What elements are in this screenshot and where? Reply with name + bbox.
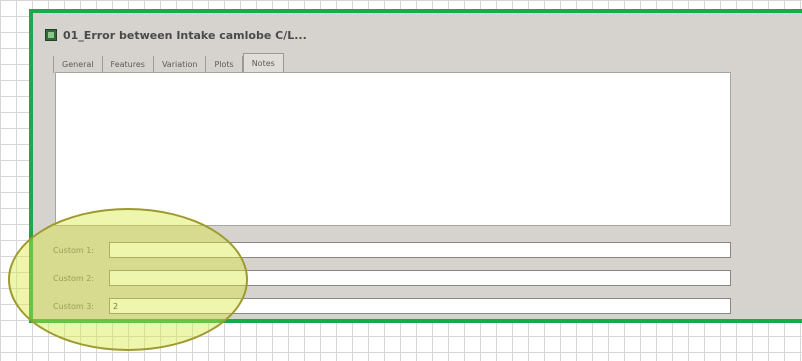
dialog-title-row: 01_Error between Intake camlobe C/L... bbox=[45, 25, 307, 45]
custom-field-2-label: Custom 2: bbox=[53, 273, 94, 283]
app-icon bbox=[45, 29, 57, 41]
custom-field-row-1: Custom 1: bbox=[53, 242, 731, 258]
tab-notes[interactable]: Notes bbox=[242, 53, 284, 73]
custom-field-2-input[interactable] bbox=[109, 270, 731, 286]
tab-features[interactable]: Features bbox=[103, 56, 154, 73]
custom-field-3-input[interactable] bbox=[109, 298, 731, 314]
custom-field-row-2: Custom 2: bbox=[53, 270, 731, 286]
tab-variation[interactable]: Variation bbox=[154, 56, 207, 73]
custom-field-1-input[interactable] bbox=[109, 242, 731, 258]
notes-text-area[interactable] bbox=[55, 72, 731, 226]
tab-strip: General Features Variation Plots Notes bbox=[53, 53, 284, 73]
dialog-frame: 01_Error between Intake camlobe C/L... G… bbox=[29, 9, 802, 323]
tab-plots[interactable]: Plots bbox=[206, 56, 243, 73]
custom-field-1-label: Custom 1: bbox=[53, 245, 94, 255]
custom-field-3-label: Custom 3: bbox=[53, 301, 94, 311]
dialog-title: 01_Error between Intake camlobe C/L... bbox=[63, 28, 307, 42]
tab-general[interactable]: General bbox=[53, 56, 103, 73]
custom-field-row-3: Custom 3: bbox=[53, 298, 731, 314]
